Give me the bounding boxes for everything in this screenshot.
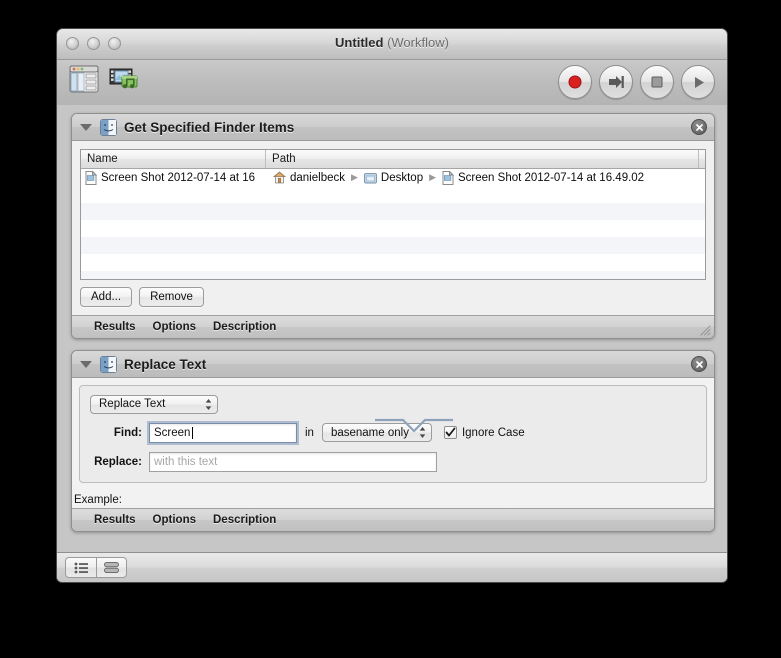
tab-description[interactable]: Description [213, 321, 276, 333]
replace-label: Replace: [94, 455, 142, 468]
automator-window: Untitled (Workflow) Get Specified Finder… [56, 28, 728, 583]
action-body: Name Path Screen Shot 2012-07-14 at 16 d… [72, 141, 714, 315]
table-row-empty [81, 186, 705, 203]
folder-icon [364, 172, 377, 183]
close-icon[interactable] [691, 356, 707, 372]
path-segment-file: Screen Shot 2012-07-14 at 16.49.02 [458, 171, 645, 184]
in-label: in [305, 426, 314, 439]
action-title: Replace Text [124, 356, 207, 372]
action-title: Get Specified Finder Items [124, 119, 295, 135]
run-button[interactable] [681, 65, 715, 99]
table-row[interactable]: Screen Shot 2012-07-14 at 16 danielbeck … [81, 169, 705, 186]
tab-description[interactable]: Description [213, 514, 276, 526]
table-row-empty [81, 271, 705, 279]
ignore-case-checkbox[interactable]: Ignore Case [443, 426, 525, 439]
toolbar-right-group [558, 65, 715, 99]
action-footer-tabs: Results Options Description [72, 315, 714, 338]
popup-arrows-icon [205, 398, 212, 411]
chevron-down-icon[interactable] [80, 360, 92, 368]
file-icon [442, 170, 455, 185]
table-buttons: Add... Remove [80, 287, 706, 307]
find-input-value: Screen [154, 426, 191, 439]
replace-input-placeholder: with this text [154, 455, 218, 468]
finder-icon [100, 355, 117, 373]
table-header-row: Name Path [81, 150, 705, 169]
close-icon[interactable] [691, 119, 707, 135]
path-segment-folder: Desktop [380, 171, 424, 184]
file-name-text: Screen Shot 2012-07-14 at 16 [101, 171, 256, 184]
tab-options[interactable]: Options [153, 321, 196, 333]
table-row-empty [81, 220, 705, 237]
window-subtitle-text: (Workflow) [387, 35, 449, 50]
home-icon [273, 171, 286, 184]
record-button[interactable] [558, 65, 592, 99]
tab-options[interactable]: Options [153, 514, 196, 526]
step-button[interactable] [599, 65, 633, 99]
mode-popup-button[interactable]: Replace Text [90, 394, 218, 414]
ignore-case-label: Ignore Case [461, 426, 525, 439]
column-header-name[interactable]: Name [81, 150, 267, 168]
stop-button[interactable] [640, 65, 674, 99]
action-get-specified-finder-items: Get Specified Finder Items Name Path Scr… [71, 113, 715, 339]
toolbar [57, 60, 727, 106]
page-title: Untitled (Workflow) [57, 35, 727, 50]
window-title-text: Untitled [335, 35, 384, 50]
cell-path: danielbeck ▶ Desktop ▶ Screen Shot 2012-… [269, 170, 705, 185]
example-label: Example: [74, 493, 122, 506]
path-segment-home: danielbeck [290, 171, 345, 184]
group-view-icon[interactable] [96, 557, 127, 578]
column-header-spacer [699, 150, 705, 168]
file-icon [85, 170, 97, 185]
finder-icon [100, 118, 117, 136]
table-row-empty [81, 254, 705, 271]
tab-results[interactable]: Results [94, 514, 136, 526]
path-separator-icon: ▶ [429, 172, 437, 182]
finder-items-table[interactable]: Name Path Screen Shot 2012-07-14 at 16 d… [80, 149, 706, 280]
replace-input[interactable]: with this text [149, 451, 437, 472]
media-icon[interactable] [109, 65, 143, 93]
action-replace-text: Replace Text Replace Text Find: Screen i… [71, 350, 715, 532]
table-row-empty [81, 237, 705, 254]
add-button[interactable]: Add... [80, 287, 133, 307]
library-icon[interactable] [69, 65, 99, 93]
title-bar: Untitled (Workflow) [57, 29, 727, 60]
table-row-empty [81, 203, 705, 220]
action-header[interactable]: Replace Text [72, 351, 714, 378]
text-caret [192, 426, 194, 439]
mode-popup-value: Replace Text [99, 398, 166, 410]
path-separator-icon: ▶ [350, 172, 358, 182]
workflow-canvas: Get Specified Finder Items Name Path Scr… [57, 105, 727, 553]
tab-results[interactable]: Results [94, 321, 136, 333]
resize-grip-icon[interactable] [698, 323, 711, 336]
replace-row: Replace: with this text [90, 451, 696, 472]
cell-name: Screen Shot 2012-07-14 at 16 [81, 170, 269, 185]
find-label: Find: [113, 426, 142, 439]
find-input[interactable]: Screen [149, 422, 297, 443]
chevron-down-icon[interactable] [80, 123, 92, 131]
toolbar-left-group [69, 65, 143, 93]
remove-button[interactable]: Remove [139, 287, 204, 307]
column-header-path[interactable]: Path [266, 150, 699, 168]
action-footer-tabs: Results Options Description [72, 507, 714, 531]
action-header[interactable]: Get Specified Finder Items [72, 114, 714, 141]
status-bar [57, 552, 727, 582]
action-connector [375, 418, 453, 434]
list-view-icon[interactable] [65, 557, 96, 578]
